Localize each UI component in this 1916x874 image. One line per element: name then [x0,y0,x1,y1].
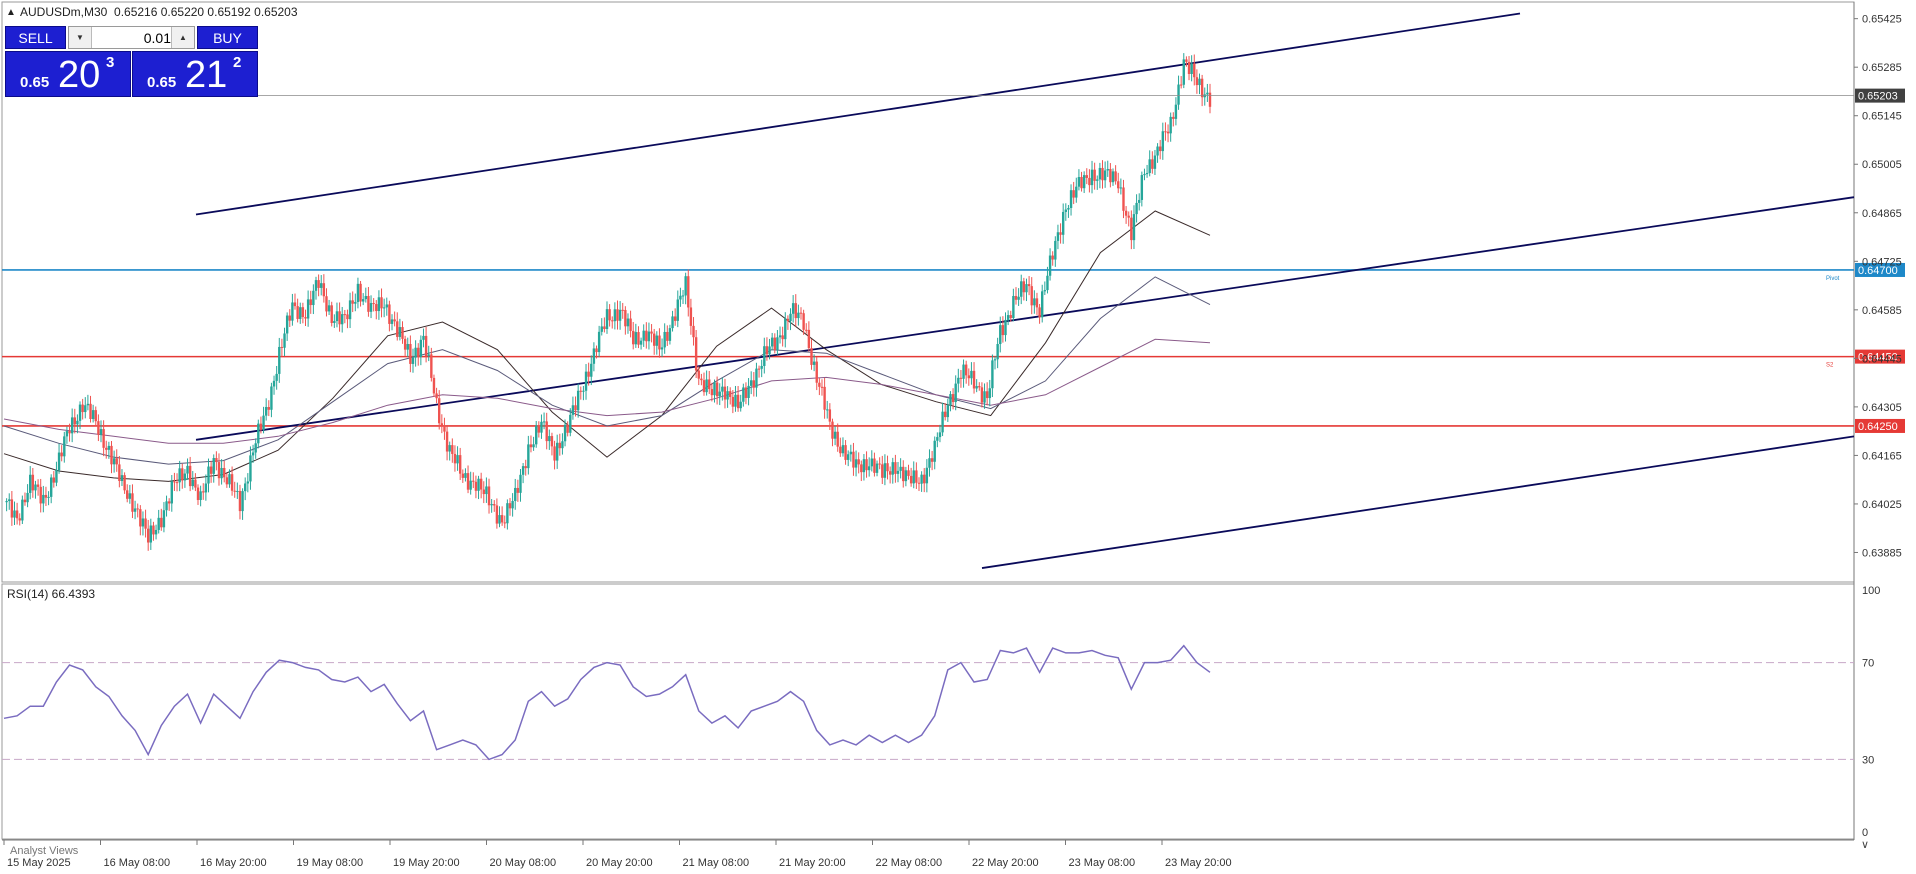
buy-price-fraction: 2 [233,54,242,71]
rsi-tick-label: 0 [1862,827,1868,839]
rsi-label: RSI(14) 66.4393 [7,587,95,601]
rsi-panel [1,583,1855,840]
lot-decrease-icon[interactable]: ▼ [69,27,92,48]
sell-price-prefix: 0.65 [20,74,50,91]
time-tick-label: 19 May 08:00 [297,857,364,869]
price-tick-label: 0.64725 [1862,256,1902,268]
lot-increase-icon[interactable]: ▲ [171,27,194,48]
scroll-down-icon[interactable]: ∨ [1861,839,1869,851]
time-tick-label: 20 May 20:00 [586,857,653,869]
time-axis: 15 May 2025 16 May 08:00 16 May 20:00 19 Ma… [3,840,1232,869]
time-tick-label: 22 May 08:00 [876,857,943,869]
time-tick-label: 16 May 20:00 [200,857,267,869]
buy-button[interactable]: BUY [197,26,258,49]
buy-price-pips: 21 [185,54,228,96]
sell-price-fraction: 3 [106,54,115,71]
price-chart[interactable]: 0.64700Pivot0.64450S20.64250 0.65203 0.6… [0,0,1916,874]
time-tick-label: 20 May 08:00 [490,857,557,869]
buy-price-quote[interactable]: 0.65 21 2 [132,51,258,97]
rsi-tick-label: 100 [1862,585,1880,597]
time-tick-label: 15 May 2025 [7,857,71,869]
analyst-views-tab[interactable]: Analyst Views [10,845,79,857]
time-tick-label: 16 May 08:00 [104,857,171,869]
price-tick-label: 0.64865 [1862,208,1902,220]
price-tick-label: 0.65005 [1862,159,1902,171]
candle [330,301,333,327]
sell-price-pips: 20 [58,54,101,96]
sell-button[interactable]: SELL [5,26,66,49]
current-price-tag: 0.65203 [1855,88,1905,103]
one-click-trading-panel: SELL ▼ ▲ BUY 0.65 20 3 0.65 21 2 [5,26,258,97]
candle [21,495,24,525]
price-tick-label: 0.64165 [1862,450,1902,462]
price-tick-label: 0.64305 [1862,402,1902,414]
lot-size-input[interactable] [93,27,173,48]
rsi-tick-label: 30 [1862,754,1874,766]
price-panel [1,1,1855,583]
price-tick-label: 0.64025 [1862,499,1902,511]
level-tag: Pivot [1826,276,1840,282]
time-tick-label: 23 May 20:00 [1165,857,1232,869]
price-tick-label: 0.63885 [1862,547,1902,559]
time-tick-label: 21 May 08:00 [683,857,750,869]
sell-price-quote[interactable]: 0.65 20 3 [5,51,131,97]
buy-price-prefix: 0.65 [147,74,177,91]
price-tick-label: 0.65425 [1862,14,1902,26]
svg-text:0.65203: 0.65203 [1858,91,1898,103]
price-tick-label: 0.64585 [1862,305,1902,317]
time-tick-label: 21 May 20:00 [779,857,846,869]
level-tag: S2 [1826,363,1834,369]
svg-text:0.64250: 0.64250 [1858,421,1898,433]
price-tick-label: 0.65145 [1862,111,1902,123]
price-tick-label: 0.64445 [1862,353,1902,365]
symbol-info: AUDUSDm,M30 0.65216 0.65220 0.65192 0.65… [20,5,298,19]
time-tick-label: 22 May 20:00 [972,857,1039,869]
time-tick-label: 19 May 20:00 [393,857,460,869]
rsi-tick-label: 70 [1862,658,1874,670]
level-price-tag: 0.64250 [1855,418,1905,433]
collapse-arrow-icon[interactable]: ▲ [6,7,16,18]
price-tick-label: 0.65285 [1862,62,1902,74]
time-tick-label: 23 May 08:00 [1069,857,1136,869]
lot-size-control: ▼ ▲ [68,26,195,49]
